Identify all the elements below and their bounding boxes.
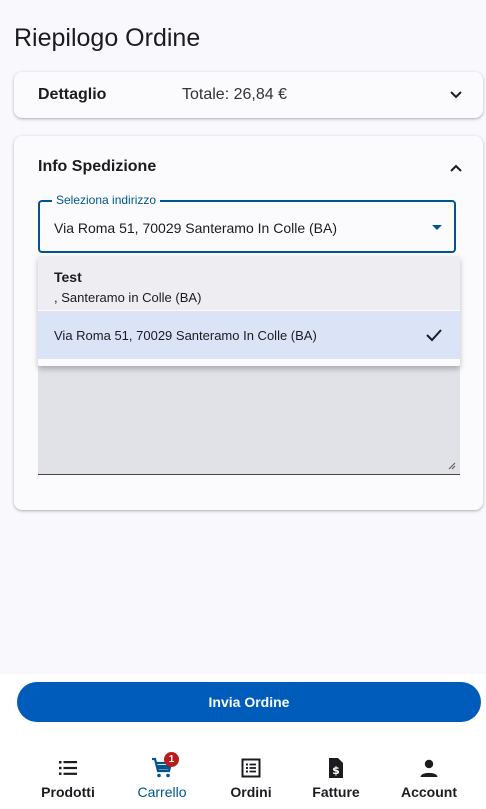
address-option-subtitle: , Santeramo in Colle (BA) [54,290,202,305]
detail-card[interactable]: Dettaglio Totale: 26,84 € [14,72,483,118]
bottom-nav: Prodotti 1 Carrello Ordini $ Fatture Acc… [0,746,486,809]
chevron-down-icon[interactable] [444,83,468,107]
dropdown-arrow-icon[interactable] [432,225,442,230]
nav-item-ordini[interactable]: Ordini [211,746,291,809]
nav-label: Prodotti [41,784,95,800]
address-option-test[interactable]: Test , Santeramo in Colle (BA) [38,256,460,310]
shipping-card-label: Info Spedizione [38,158,157,175]
detail-card-label: Dettaglio [38,86,107,103]
nav-label: Ordini [230,784,272,800]
nav-item-fatture[interactable]: $ Fatture [296,746,376,809]
address-select[interactable]: Seleziona indirizzo Via Roma 51, 70029 S… [38,193,456,253]
nav-label: Fatture [312,784,360,800]
address-option-via-roma[interactable]: Via Roma 51, 70029 Santeramo In Colle (B… [38,311,460,359]
nav-item-carrello[interactable]: 1 Carrello [122,746,202,809]
nav-item-prodotti[interactable]: Prodotti [28,746,108,809]
resize-handle-icon[interactable] [448,462,456,470]
notes-textarea[interactable] [38,366,460,475]
nav-label: Account [401,784,457,800]
account-icon [420,759,438,777]
nav-label: Carrello [137,784,187,800]
address-option-title: Test [54,269,82,285]
cart-badge: 1 [164,752,179,767]
check-icon [426,329,442,342]
order-total: Totale: 26,84 € [182,86,287,103]
invoice-icon: $ [329,758,343,778]
svg-text:$: $ [332,764,340,777]
address-select-value: Via Roma 51, 70029 Santeramo In Colle (B… [54,220,338,236]
orders-icon [241,758,261,778]
nav-item-account[interactable]: Account [389,746,469,809]
address-select-label: Seleziona indirizzo [52,193,161,207]
list-icon [59,761,77,775]
address-dropdown: Test , Santeramo in Colle (BA) Via Roma … [38,256,460,366]
address-option-text: Via Roma 51, 70029 Santeramo In Colle (B… [54,328,317,343]
submit-order-button[interactable]: Invia Ordine [17,682,481,722]
chevron-up-icon[interactable] [444,156,468,180]
page-title: Riepilogo Ordine [14,24,201,52]
